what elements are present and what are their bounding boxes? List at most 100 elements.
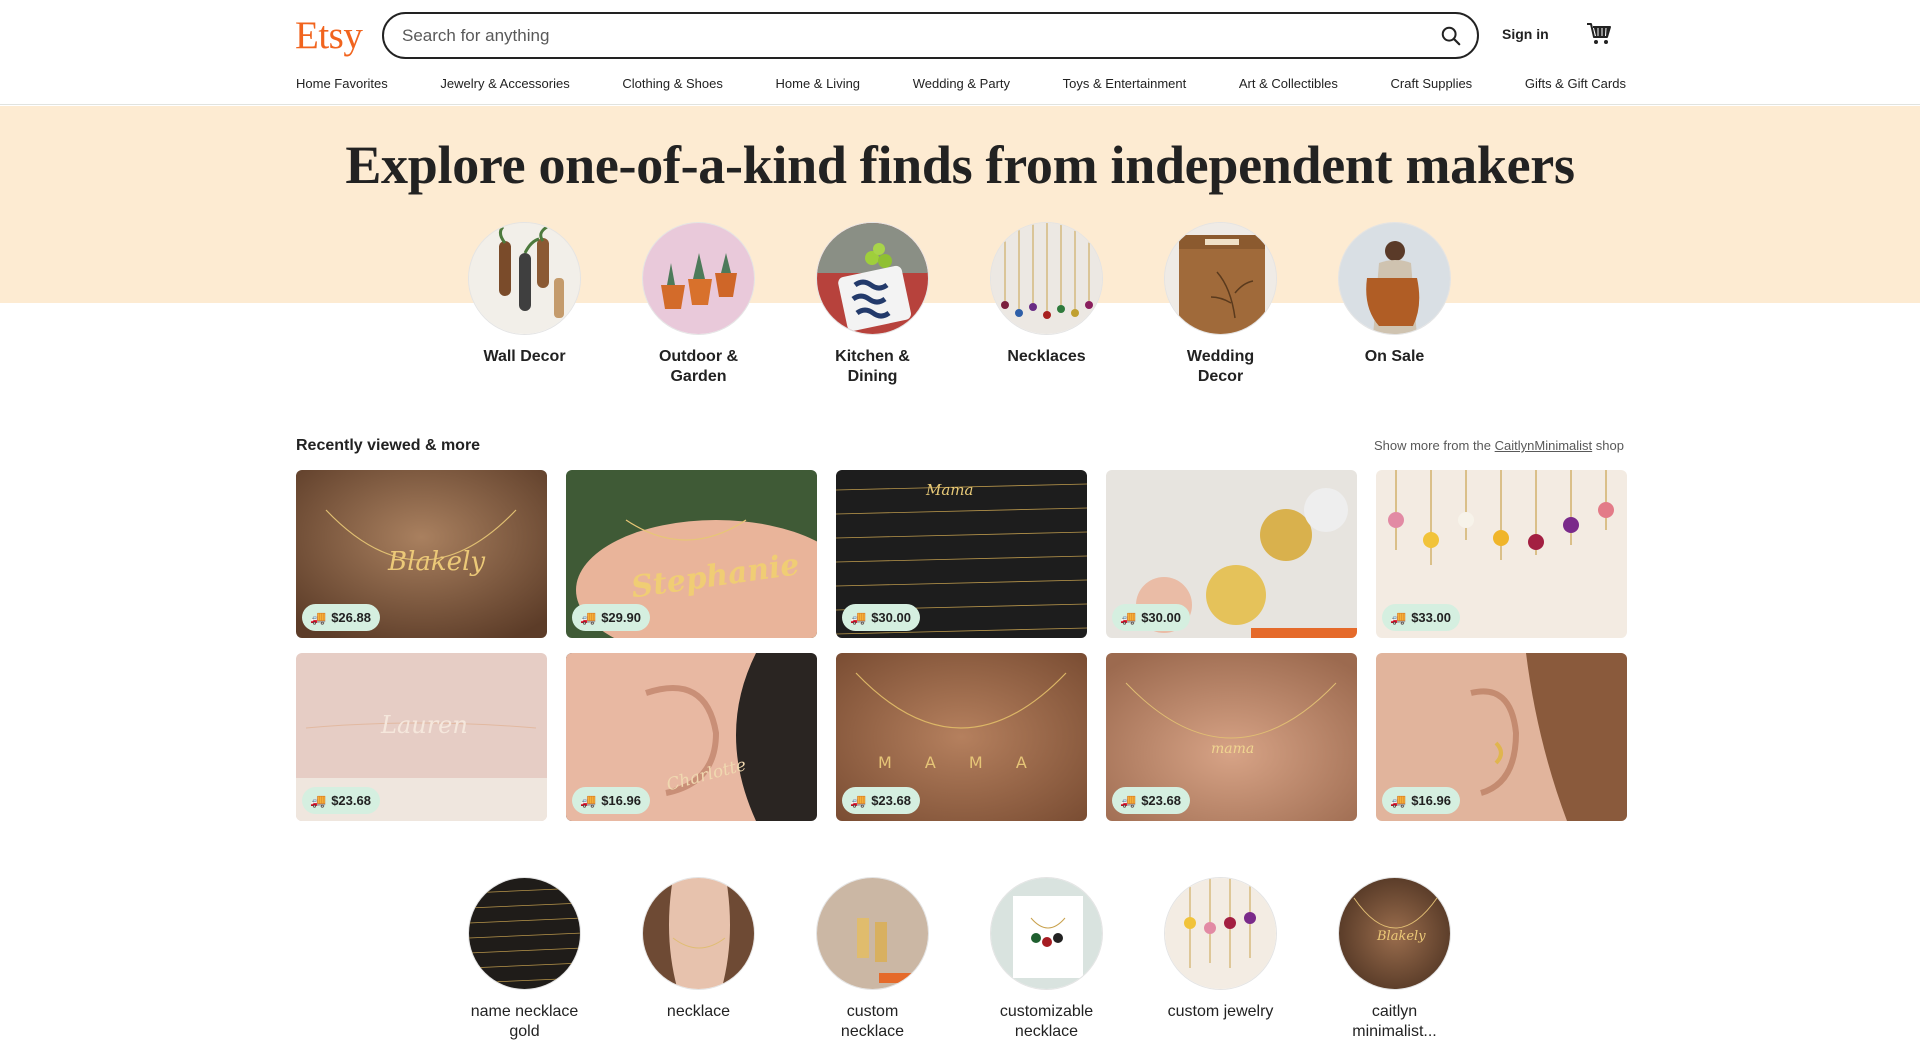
necklaces-image — [990, 222, 1103, 335]
price-badge: 🚚 $30.00 — [842, 604, 920, 631]
suggestion-image — [1164, 877, 1277, 990]
on-sale-image — [1338, 222, 1451, 335]
price-value: $30.00 — [1141, 610, 1181, 625]
suggestion-label: necklace — [666, 1003, 731, 1020]
delivery-truck-icon: 🚚 — [1120, 792, 1137, 808]
price-badge: 🚚 $23.68 — [302, 787, 380, 814]
price-value: $23.68 — [331, 793, 371, 808]
product-card[interactable]: 🚚 $16.96 — [1376, 653, 1627, 821]
nav-clothing-shoes[interactable]: Clothing & Shoes — [622, 76, 722, 91]
wall-decor-image — [468, 222, 581, 335]
suggestion-image — [816, 877, 929, 990]
recently-viewed-grid: Blakely 🚚 $26.88 Stephanie 🚚 $29.90 Mama — [296, 470, 1627, 821]
suggestion-custom-necklace[interactable]: custom necklace — [816, 877, 929, 1040]
delivery-truck-icon: 🚚 — [1120, 609, 1137, 625]
delivery-truck-icon: 🚚 — [580, 792, 597, 808]
nav-toys-entertainment[interactable]: Toys & Entertainment — [1063, 76, 1187, 91]
hero-title: Explore one-of-a-kind finds from indepen… — [345, 135, 1575, 195]
wedding-decor-image — [1164, 222, 1277, 335]
price-value: $29.90 — [601, 610, 641, 625]
price-badge: 🚚 $26.88 — [302, 604, 380, 631]
category-necklaces[interactable]: Necklaces — [990, 222, 1103, 387]
recently-viewed-title: Recently viewed & more — [296, 437, 481, 454]
price-value: $16.96 — [1411, 793, 1451, 808]
search-icon — [1441, 26, 1461, 46]
category-label: Outdoor & Garden — [658, 348, 739, 385]
suggested-searches: name necklace gold necklace custom neckl… — [468, 877, 1451, 1040]
product-card[interactable]: Mama 🚚 $30.00 — [836, 470, 1087, 638]
suggestion-image — [990, 877, 1103, 990]
product-card[interactable]: 🚚 $30.00 — [1106, 470, 1357, 638]
etsy-logo[interactable]: Etsy — [295, 13, 363, 58]
category-label: Kitchen & Dining — [835, 348, 910, 385]
nav-home-favorites[interactable]: Home Favorites — [296, 76, 388, 91]
nav-jewelry-accessories[interactable]: Jewelry & Accessories — [440, 76, 569, 91]
suggestion-caitlyn-minimalist[interactable]: Blakely caitlyn minimalist... — [1338, 877, 1451, 1040]
product-name-text: mama — [1211, 741, 1254, 757]
product-name-text: Blakely — [387, 547, 485, 577]
search-input[interactable] — [402, 24, 1382, 48]
category-circles: Wall Decor Outdoor & Garden Kitchen & Di… — [468, 222, 1451, 387]
product-name-text: M A M A — [878, 753, 1041, 772]
price-badge: 🚚 $30.00 — [1112, 604, 1190, 631]
suggestion-label: name necklace gold — [470, 1003, 579, 1040]
search-bar[interactable] — [382, 12, 1479, 59]
show-more-suffix: shop — [1595, 438, 1624, 453]
product-card[interactable]: 🚚 $33.00 — [1376, 470, 1627, 638]
price-value: $23.68 — [871, 793, 911, 808]
nav-wedding-party[interactable]: Wedding & Party — [913, 76, 1010, 91]
category-label: Wall Decor — [483, 348, 566, 365]
price-badge: 🚚 $16.96 — [1382, 787, 1460, 814]
price-badge: 🚚 $23.68 — [842, 787, 920, 814]
product-name-text: Mama — [925, 481, 973, 499]
shopping-cart-icon[interactable] — [1585, 20, 1613, 48]
nav-art-collectibles[interactable]: Art & Collectibles — [1239, 76, 1338, 91]
product-card[interactable]: M A M A 🚚 $23.68 — [836, 653, 1087, 821]
delivery-truck-icon: 🚚 — [310, 609, 327, 625]
nav-gifts-gift-cards[interactable]: Gifts & Gift Cards — [1525, 76, 1626, 91]
product-card[interactable]: Blakely 🚚 $26.88 — [296, 470, 547, 638]
product-card[interactable]: Stephanie 🚚 $29.90 — [566, 470, 817, 638]
category-kitchen-dining[interactable]: Kitchen & Dining — [816, 222, 929, 387]
nav-craft-supplies[interactable]: Craft Supplies — [1391, 76, 1473, 91]
price-value: $26.88 — [331, 610, 371, 625]
category-label: On Sale — [1364, 348, 1425, 365]
delivery-truck-icon: 🚚 — [850, 792, 867, 808]
suggestion-label: custom jewelry — [1167, 1003, 1274, 1020]
category-outdoor-garden[interactable]: Outdoor & Garden — [642, 222, 755, 387]
category-on-sale[interactable]: On Sale — [1338, 222, 1451, 387]
category-label: Wedding Decor — [1186, 348, 1255, 385]
suggestion-image — [642, 877, 755, 990]
suggestion-necklace[interactable]: necklace — [642, 877, 755, 1040]
nav-home-living[interactable]: Home & Living — [776, 76, 861, 91]
shop-link[interactable]: CaitlynMinimalist — [1495, 438, 1593, 453]
delivery-truck-icon: 🚚 — [1390, 609, 1407, 625]
product-name-text: Lauren — [380, 711, 468, 739]
price-badge: 🚚 $33.00 — [1382, 604, 1460, 631]
suggestion-name-necklace-gold[interactable]: name necklace gold — [468, 877, 581, 1040]
delivery-truck-icon: 🚚 — [310, 792, 327, 808]
show-more-from-shop: Show more from the CaitlynMinimalist sho… — [1374, 438, 1624, 453]
price-value: $30.00 — [871, 610, 911, 625]
suggestion-image: Blakely — [1338, 877, 1451, 990]
site-header: Etsy Sign in Home Favorites Jewelry & Ac… — [0, 0, 1920, 105]
delivery-truck-icon: 🚚 — [580, 609, 597, 625]
delivery-truck-icon: 🚚 — [850, 609, 867, 625]
suggestion-custom-jewelry[interactable]: custom jewelry — [1164, 877, 1277, 1040]
suggestion-customizable-necklace[interactable]: customizable necklace — [990, 877, 1103, 1040]
price-value: $33.00 — [1411, 610, 1451, 625]
search-button[interactable] — [1433, 19, 1469, 53]
svg-text:Blakely: Blakely — [1376, 929, 1426, 944]
product-card[interactable]: Charlotte 🚚 $16.96 — [566, 653, 817, 821]
price-badge: 🚚 $29.90 — [572, 604, 650, 631]
kitchen-dining-image — [816, 222, 929, 335]
suggestion-image — [468, 877, 581, 990]
price-badge: 🚚 $23.68 — [1112, 787, 1190, 814]
price-value: $23.68 — [1141, 793, 1181, 808]
product-card[interactable]: Lauren 🚚 $23.68 — [296, 653, 547, 821]
category-wall-decor[interactable]: Wall Decor — [468, 222, 581, 387]
sign-in-link[interactable]: Sign in — [1502, 26, 1549, 42]
category-wedding-decor[interactable]: Wedding Decor — [1164, 222, 1277, 387]
category-nav: Home Favorites Jewelry & Accessories Clo… — [296, 76, 1626, 91]
product-card[interactable]: mama 🚚 $23.68 — [1106, 653, 1357, 821]
